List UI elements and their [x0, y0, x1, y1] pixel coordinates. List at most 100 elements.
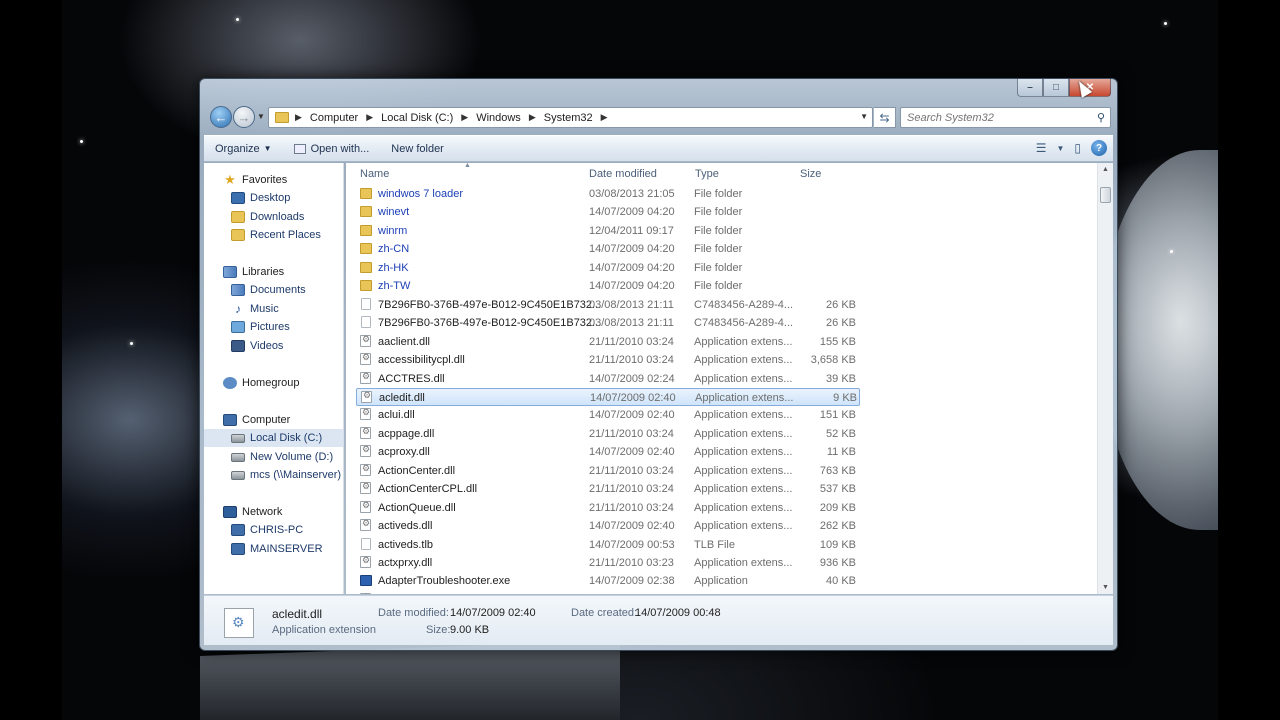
search-icon[interactable]: ⚲	[1097, 111, 1105, 124]
vertical-scrollbar[interactable]: ▲ ▼	[1097, 163, 1113, 594]
nav-chris-pc-label: CHRIS-PC	[250, 524, 304, 536]
nav-mainserver[interactable]: MAINSERVER	[204, 540, 343, 558]
file-icon	[361, 297, 371, 310]
minimize-button[interactable]: –	[1017, 79, 1043, 97]
chevron-right-icon[interactable]: ▶	[366, 112, 373, 123]
nav-desktop[interactable]: Desktop	[204, 189, 343, 207]
breadcrumb-system32[interactable]: System32	[544, 112, 593, 124]
breadcrumb-computer[interactable]: Computer	[310, 112, 358, 124]
file-row[interactable]: zh-TW 14/07/2009 04:20 File folder	[356, 277, 860, 295]
file-size: 39 KB	[826, 372, 856, 385]
file-size: 9 KB	[833, 391, 857, 404]
wallpaper-star	[236, 18, 239, 21]
file-date-modified: 03/08/2013 21:11	[589, 317, 674, 330]
computer-icon	[223, 414, 237, 426]
nav-documents[interactable]: Documents	[204, 281, 343, 299]
libraries-icon	[223, 266, 237, 278]
file-row[interactable]: activeds.dll 14/07/2009 02:40 Application …	[356, 517, 860, 535]
organize-button[interactable]: Organize ▼	[204, 143, 283, 155]
maximize-icon: □	[1052, 82, 1060, 93]
command-bar: Organize ▼ Open with... New folder ☰ ▼ ▯…	[204, 135, 1113, 162]
file-row[interactable]: admparse.dll14/07/2009 02:40Application …	[356, 591, 860, 594]
file-row[interactable]: winrm 12/04/2011 09:17 File folder	[356, 222, 860, 240]
search-input[interactable]	[907, 111, 1087, 124]
file-size: 151 KB	[819, 409, 856, 422]
nav-network-drive[interactable]: mcs (\\Mainserver) (	[204, 466, 343, 484]
file-row[interactable]: ActionCenterCPL.dll 21/11/2010 03:24 Appli…	[356, 480, 860, 498]
nav-local-disk[interactable]: Local Disk (C:)	[204, 429, 343, 447]
view-options-dropdown-icon[interactable]: ▼	[1056, 144, 1064, 153]
file-row[interactable]: ACCTRES.dll 14/07/2009 02:24 Application e…	[356, 370, 860, 388]
chevron-right-icon[interactable]: ▶	[529, 112, 536, 123]
file-row[interactable]: accessibilitycpl.dll 21/11/2010 03:24 Appl…	[356, 351, 860, 369]
file-row[interactable]: windwos 7 loader 03/08/2013 21:05 File fol…	[356, 185, 860, 203]
file-row[interactable]: 7B296FB0-376B-497e-B012-9C450E1B732... 03…	[356, 314, 860, 332]
nav-chris-pc[interactable]: CHRIS-PC	[204, 521, 343, 539]
column-date-modified[interactable]: Date modified	[589, 168, 657, 180]
nav-downloads[interactable]: Downloads	[204, 208, 343, 226]
chevron-right-icon[interactable]: ▶	[461, 112, 468, 123]
nav-libraries[interactable]: Libraries	[204, 263, 343, 281]
scroll-thumb[interactable]	[1100, 187, 1111, 203]
file-row[interactable]: activeds.tlb 14/07/2009 00:53 TLB File 109 …	[356, 536, 860, 554]
file-row[interactable]: ActionQueue.dll 21/11/2010 03:24 Applicati…	[356, 499, 860, 517]
scroll-up-icon[interactable]: ▲	[1102, 166, 1109, 173]
file-row[interactable]: aclui.dll 14/07/2009 02:40 Application ext…	[356, 406, 860, 424]
forward-button[interactable]: →	[233, 106, 255, 128]
nav-new-volume[interactable]: New Volume (D:)	[204, 448, 343, 466]
column-type[interactable]: Type	[695, 168, 719, 180]
file-icon	[361, 537, 371, 550]
nav-new-volume-label: New Volume (D:)	[250, 451, 334, 463]
file-row[interactable]: 7B296FB0-376B-497e-B012-9C450E1B732... 03…	[356, 296, 860, 314]
nav-computer[interactable]: Computer	[204, 411, 343, 429]
nav-downloads-label: Downloads	[250, 211, 305, 223]
file-row[interactable]: winevt 14/07/2009 04:20 File folder	[356, 203, 860, 221]
nav-music[interactable]: ♪ Music	[204, 300, 343, 318]
address-bar[interactable]: ▶ Computer ▶ Local Disk (C:) ▶ Windows ▶…	[268, 107, 873, 128]
maximize-button[interactable]: □	[1043, 79, 1069, 97]
details-date-created: 14/07/2009 00:48	[635, 607, 721, 619]
dll-file-icon	[360, 555, 371, 568]
column-size[interactable]: Size	[800, 168, 821, 180]
preview-pane-icon[interactable]: ▯	[1074, 141, 1081, 155]
nav-videos[interactable]: Videos	[204, 337, 343, 355]
details-size-label: Size:	[426, 624, 451, 636]
chevron-right-icon[interactable]: ▶	[295, 112, 302, 123]
file-row[interactable]: ActionCenter.dll 21/11/2010 03:24 Applicat…	[356, 462, 860, 480]
file-row[interactable]: acproxy.dll 14/07/2009 02:40 Application e…	[356, 443, 860, 461]
open-with-button[interactable]: Open with...	[283, 143, 381, 155]
file-type: Application extens...	[694, 520, 793, 533]
nav-pictures[interactable]: Pictures	[204, 318, 343, 336]
file-row[interactable]: zh-CN 14/07/2009 04:20 File folder	[356, 240, 860, 258]
help-icon[interactable]: ?	[1091, 140, 1107, 156]
file-row[interactable]: actxprxy.dll 21/11/2010 03:23 Application …	[356, 554, 860, 572]
nav-recent-places[interactable]: Recent Places	[204, 226, 343, 244]
new-folder-button[interactable]: New folder	[380, 143, 455, 155]
nav-homegroup[interactable]: Homegroup	[204, 374, 343, 392]
address-history-dropdown[interactable]: ▼	[860, 112, 868, 121]
chevron-right-icon[interactable]: ▶	[601, 112, 608, 123]
folder-icon	[360, 224, 372, 236]
refresh-button[interactable]: ⇆	[874, 107, 896, 128]
nav-favorites[interactable]: ★ Favorites	[204, 171, 343, 189]
back-button[interactable]: ←	[210, 106, 232, 128]
scroll-down-icon[interactable]: ▼	[1102, 584, 1109, 591]
file-name: acproxy.dll	[378, 446, 430, 459]
column-name[interactable]: Name	[360, 168, 389, 180]
file-row[interactable]: AdapterTroubleshooter.exe 14/07/2009 02:3…	[356, 572, 860, 590]
recent-pages-dropdown[interactable]: ▼	[257, 112, 265, 121]
breadcrumb-local-disk[interactable]: Local Disk (C:)	[381, 112, 453, 124]
nav-network[interactable]: Network	[204, 503, 343, 521]
file-size: 109 KB	[819, 538, 856, 551]
file-name: windwos 7 loader	[378, 188, 463, 200]
file-name: AdapterTroubleshooter.exe	[378, 575, 511, 588]
file-row[interactable]: zh-HK 14/07/2009 04:20 File folder	[356, 259, 860, 277]
file-row[interactable]: acledit.dll 14/07/2009 02:40 Application e…	[356, 387, 860, 406]
file-date-modified: 21/11/2010 03:24	[589, 501, 674, 514]
file-row[interactable]: acppage.dll 21/11/2010 03:24 Application e…	[356, 425, 860, 443]
file-row[interactable]: aaclient.dll 21/11/2010 03:24 Application …	[356, 333, 860, 351]
breadcrumb-windows[interactable]: Windows	[476, 112, 521, 124]
change-view-icon[interactable]: ☰	[1036, 141, 1047, 155]
file-type: Application extens...	[694, 446, 793, 459]
details-file-name: acledit.dll	[272, 607, 323, 621]
